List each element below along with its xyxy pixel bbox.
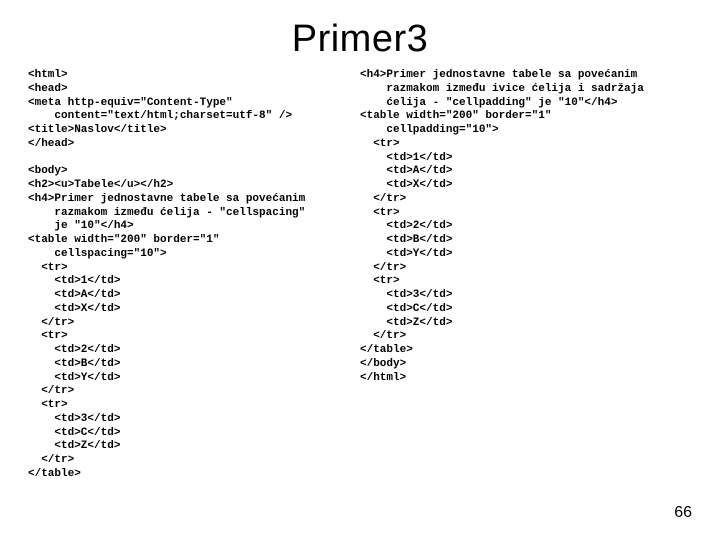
left-code-block: <html> <head> <meta http-equiv="Content-… [28,69,350,482]
right-column: <h4>Primer jednostavne tabele sa povećan… [360,69,692,482]
content-columns: <html> <head> <meta http-equiv="Content-… [0,69,720,482]
slide: Primer3 <html> <head> <meta http-equiv="… [0,0,720,540]
right-code-block: <h4>Primer jednostavne tabele sa povećan… [360,69,682,385]
left-column: <html> <head> <meta http-equiv="Content-… [28,69,360,482]
page-number: 66 [674,504,692,522]
slide-title: Primer3 [0,0,720,69]
